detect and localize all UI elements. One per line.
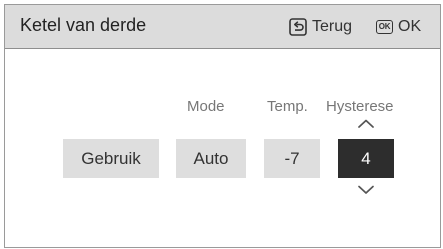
header-bar: Ketel van derde Terug OK OK bbox=[5, 5, 440, 49]
usage-field[interactable]: Gebruik bbox=[63, 139, 159, 178]
ok-key-icon: OK bbox=[376, 20, 393, 34]
ok-label: OK bbox=[398, 18, 422, 35]
back-arrow-icon bbox=[289, 18, 307, 36]
temp-field[interactable]: -7 bbox=[264, 139, 320, 178]
mode-column-label: Mode bbox=[187, 98, 225, 115]
temp-column-label: Temp. bbox=[267, 98, 308, 115]
hysteresis-column-label: Hysterese bbox=[326, 98, 394, 115]
back-label: Terug bbox=[312, 18, 353, 35]
ok-button[interactable]: OK OK bbox=[376, 16, 421, 38]
mode-field[interactable]: Auto bbox=[176, 139, 246, 178]
hysteresis-field[interactable]: 4 bbox=[338, 139, 394, 178]
back-button[interactable]: Terug bbox=[289, 16, 352, 38]
chevron-up-icon[interactable] bbox=[357, 118, 375, 129]
page-title: Ketel van derde bbox=[20, 15, 147, 35]
settings-panel: Ketel van derde Terug OK OK Mode Temp. H… bbox=[4, 4, 441, 248]
chevron-down-icon[interactable] bbox=[357, 184, 375, 195]
